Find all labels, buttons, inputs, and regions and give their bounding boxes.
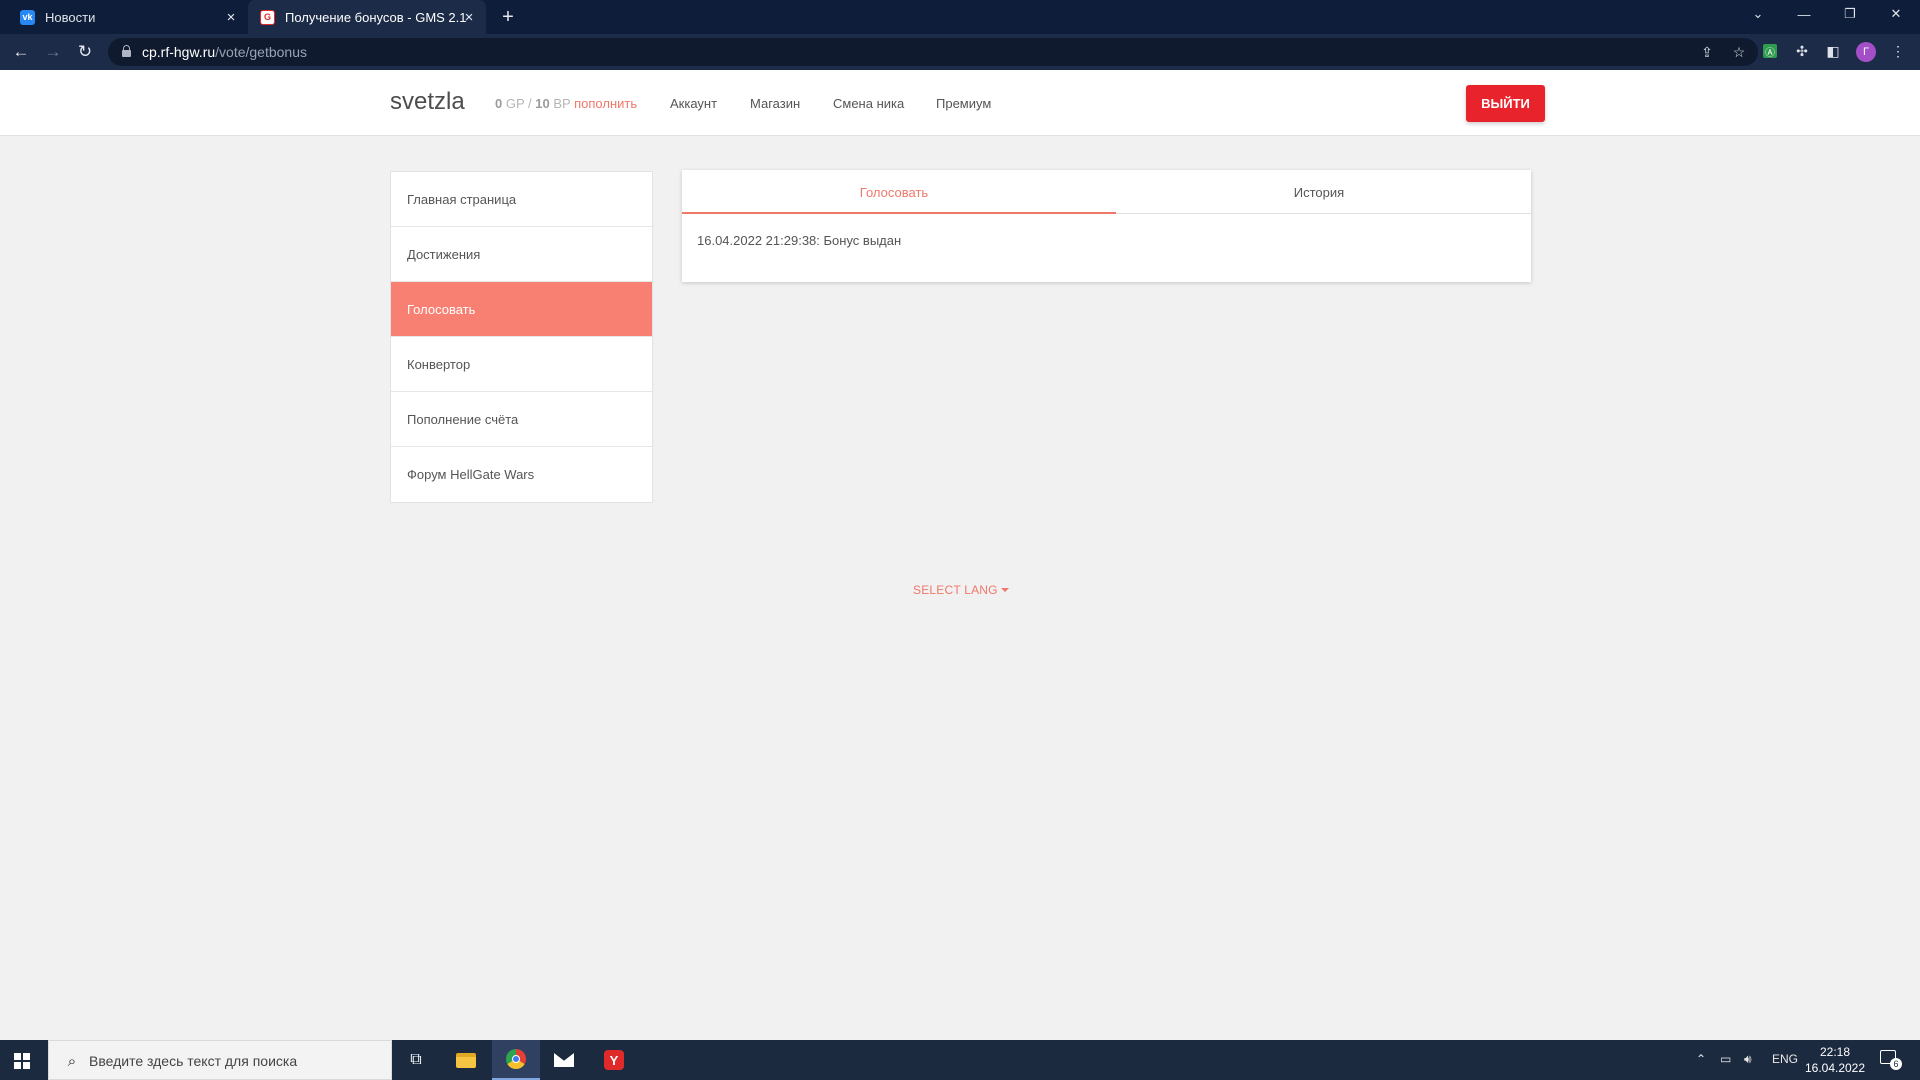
minimize-icon[interactable]: — <box>1782 0 1826 28</box>
tab-label: Новости <box>45 9 96 25</box>
volume-icon[interactable]: 🔊︎ <box>1744 1052 1752 1067</box>
network-icon[interactable]: ▭ <box>1720 1052 1731 1066</box>
username: svetzla <box>390 88 465 115</box>
side-panel-icon[interactable]: ◧ <box>1823 41 1843 61</box>
sidebar-item-converter[interactable]: Конвертор <box>391 337 652 392</box>
mail-icon[interactable] <box>540 1040 588 1080</box>
select-lang-label: SELECT LANG <box>913 583 998 597</box>
site-header: svetzla 0 GP / 10 BP пополнить Аккаунт М… <box>0 70 1920 136</box>
tray-overflow-icon[interactable]: ⌃ <box>1696 1052 1706 1066</box>
file-explorer-icon[interactable] <box>442 1040 490 1080</box>
forward-icon[interactable]: → <box>42 41 64 63</box>
reload-icon[interactable]: ↻ <box>74 41 96 63</box>
gp-value: 0 <box>495 96 503 111</box>
search-placeholder: Введите здесь текст для поиска <box>89 1053 298 1069</box>
share-icon[interactable]: ⇪ <box>1698 43 1716 61</box>
tab-vote[interactable]: Голосовать <box>682 170 1106 214</box>
clock-time: 22:18 <box>1819 1045 1851 1059</box>
active-tab-indicator <box>682 212 1116 214</box>
browser-tab-bonus[interactable]: G Получение бонусов - GMS 2.1 × <box>248 0 486 34</box>
close-tab-icon[interactable]: × <box>460 8 478 26</box>
browser-tab-news[interactable]: vk Новости × <box>8 0 248 34</box>
tab-label: Получение бонусов - GMS 2.1 <box>285 9 467 25</box>
balance-separator: / <box>528 96 532 111</box>
bonus-status-message: 16.04.2022 21:29:38: Бонус выдан <box>697 233 902 248</box>
tab-history[interactable]: История <box>1107 170 1531 214</box>
url-text: cp.rf-hgw.ru/vote/getbonus <box>142 44 307 60</box>
notifications-icon[interactable]: 6 <box>1880 1050 1902 1070</box>
nav-shop[interactable]: Магазин <box>750 96 800 111</box>
translate-extension-icon[interactable]: Ⓐ <box>1760 41 1780 61</box>
bookmark-star-icon[interactable]: ☆ <box>1730 43 1748 61</box>
gms-icon: G <box>260 9 275 25</box>
caret-down-icon <box>1000 588 1009 592</box>
chrome-taskbar-icon[interactable] <box>492 1040 540 1080</box>
vote-card: Голосовать История 16.04.2022 21:29:38: … <box>682 170 1531 282</box>
task-view-icon[interactable]: ⧉ <box>392 1040 440 1080</box>
new-tab-icon[interactable]: + <box>496 6 520 28</box>
vk-icon: vk <box>20 9 35 25</box>
windows-start-icon[interactable] <box>14 1053 30 1069</box>
browser-tab-strip: vk Новости × G Получение бонусов - GMS 2… <box>0 0 1920 34</box>
balance: 0 GP / 10 BP пополнить <box>495 96 637 111</box>
sidebar: Главная страница Достижения Голосовать К… <box>390 171 653 503</box>
nav-change-nick[interactable]: Смена ника <box>833 96 904 111</box>
browser-toolbar: ← → ↻ cp.rf-hgw.ru/vote/getbonus ⇪ ☆ <box>0 34 1920 70</box>
language-indicator[interactable]: ENG <box>1772 1052 1798 1066</box>
notification-count: 6 <box>1890 1058 1902 1070</box>
bp-value: 10 <box>535 96 550 111</box>
vote-tabs: Голосовать История <box>682 170 1531 214</box>
sidebar-item-topup[interactable]: Пополнение счёта <box>391 392 652 447</box>
close-window-icon[interactable]: ✕ <box>1874 0 1918 28</box>
search-icon: ⌕ <box>67 1052 77 1070</box>
nav-premium[interactable]: Премиум <box>936 96 991 111</box>
nav-account[interactable]: Аккаунт <box>670 96 717 111</box>
taskbar-clock[interactable]: 22:18 16.04.2022 <box>1800 1044 1870 1076</box>
back-icon[interactable]: ← <box>10 41 32 63</box>
menu-kebab-icon[interactable]: ⋮ <box>1888 41 1908 61</box>
address-bar[interactable]: cp.rf-hgw.ru/vote/getbonus ⇪ ☆ <box>108 38 1758 66</box>
logout-button[interactable]: ВЫЙТИ <box>1466 85 1545 122</box>
topup-link[interactable]: пополнить <box>574 96 637 111</box>
taskbar-search-input[interactable]: ⌕ Введите здесь текст для поиска <box>48 1040 392 1080</box>
sidebar-item-forum[interactable]: Форум HellGate Wars <box>391 447 652 502</box>
profile-avatar[interactable]: Г <box>1856 42 1876 62</box>
close-tab-icon[interactable]: × <box>222 8 240 26</box>
clock-date: 16.04.2022 <box>1804 1061 1866 1075</box>
extensions-puzzle-icon[interactable]: ✣ <box>1792 41 1812 61</box>
restore-icon[interactable]: ❐ <box>1828 0 1872 28</box>
yandex-browser-icon[interactable]: Y <box>590 1040 638 1080</box>
select-lang-dropdown[interactable]: SELECT LANG <box>913 583 1009 597</box>
sidebar-item-achievements[interactable]: Достижения <box>391 227 652 282</box>
sidebar-item-vote[interactable]: Голосовать <box>391 282 652 337</box>
sidebar-item-home[interactable]: Главная страница <box>391 172 652 227</box>
url-path: /vote/getbonus <box>215 44 307 60</box>
url-host: cp.rf-hgw.ru <box>142 44 216 60</box>
gp-unit: GP <box>505 96 525 111</box>
taskbar: ⌕ Введите здесь текст для поиска ⧉ Y ⌃ ▭… <box>0 1040 1920 1080</box>
lock-icon <box>122 45 131 57</box>
bp-unit: BP <box>553 96 571 111</box>
tab-search-icon[interactable]: ⌄ <box>1736 0 1780 28</box>
